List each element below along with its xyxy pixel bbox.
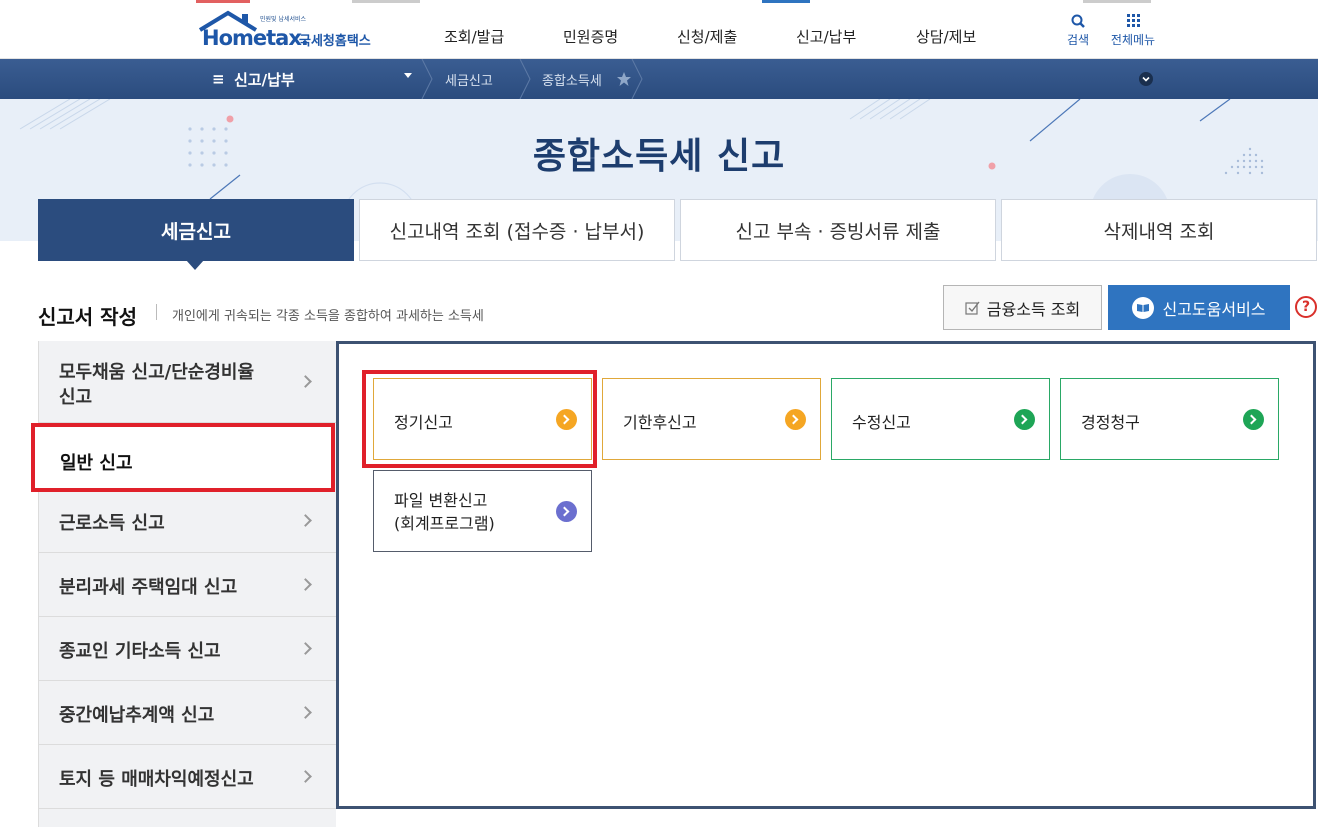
lnb-item-label: 토지 등 매매차익예정신고 <box>59 769 254 790</box>
top-strip <box>762 0 810 3</box>
top-strip <box>352 0 420 3</box>
chevron-down-circle-icon[interactable] <box>1139 72 1153 86</box>
lnb-item-land-sale[interactable]: 토지 등 매매차익예정신고 <box>39 745 337 809</box>
gnb-item-filing[interactable]: 신고/납부 <box>796 26 856 47</box>
lnb-item-religious-other[interactable]: 종교인 기타소득 신고 <box>39 617 337 681</box>
card-label-line1: 파일 변환신고 <box>394 491 488 510</box>
checkbox-edit-icon <box>965 301 980 315</box>
lnb-item-earned-income[interactable]: 근로소득 신고 <box>39 489 337 553</box>
breadcrumb-bar: ≡ 신고/납부 세금신고 종합소득세 <box>0 59 1318 99</box>
search-label: 검색 <box>1066 33 1090 47</box>
chevron-right-icon <box>299 514 312 527</box>
lnb-item-general-filing[interactable]: 일반 신고 <box>31 423 335 492</box>
arrow-right-circle-icon <box>1243 409 1264 430</box>
grid-menu-icon <box>1127 14 1140 27</box>
lnb-item-label: 일반 신고 <box>60 453 133 474</box>
breadcrumb-menu-dropdown[interactable]: ≡ 신고/납부 <box>196 59 424 99</box>
arrow-right-circle-icon <box>785 409 806 430</box>
section-description: 개인에게 귀속되는 각종 소득을 종합하여 과세하는 소득세 <box>172 309 484 324</box>
chevron-right-icon <box>299 578 312 591</box>
breadcrumb-item-income-tax[interactable]: 종합소득세 <box>542 70 602 89</box>
lnb-item-simple-filing[interactable]: 모두채움 신고/단순경비율 신고 <box>39 341 337 423</box>
top-strip <box>1083 0 1151 3</box>
page-title: 종합소득세 신고 <box>532 136 786 177</box>
help-question-icon[interactable]: ? <box>1295 296 1317 318</box>
tab-filing-history[interactable]: 신고내역 조회 (접수증 · 납부서) <box>359 199 675 261</box>
top-strip <box>196 0 250 3</box>
chevron-right-icon <box>299 642 312 655</box>
hometax-logo[interactable]: 민원및 납세서비스 Hometax. 국세청홈택스 <box>196 10 386 54</box>
filing-help-service-button[interactable]: 신고도움서비스 <box>1108 285 1290 330</box>
arrow-right-circle-icon <box>556 501 577 522</box>
caret-down-icon <box>404 73 412 78</box>
top-header: 민원및 납세서비스 Hometax. 국세청홈택스 조회/발급 민원증명 신청/… <box>0 0 1318 59</box>
logo-brand: Hometax. <box>202 26 309 50</box>
lnb-item-housing-rental[interactable]: 분리과세 주택임대 신고 <box>39 553 337 617</box>
breadcrumb-item-tax-filing[interactable]: 세금신고 <box>445 70 493 89</box>
lnb-item-label: 종교인 기타소득 신고 <box>59 641 221 662</box>
left-nav: 모두채움 신고/단순경비율 신고 근로소득 신고 분리과세 주택임대 신고 종교… <box>38 341 337 827</box>
section-title: 신고서 작성 <box>38 305 137 329</box>
card-label: 수정신고 <box>852 413 911 432</box>
chevron-right-icon <box>299 706 312 719</box>
lnb-item-label-line2: 신고 <box>59 387 93 408</box>
tab-attachment-submit[interactable]: 신고 부속 · 증빙서류 제출 <box>680 199 996 261</box>
gnb-item-inquiry[interactable]: 조회/발급 <box>444 26 504 47</box>
chevron-right-icon <box>299 770 312 783</box>
book-icon <box>1132 296 1155 319</box>
tab-deleted-history[interactable]: 삭제내역 조회 <box>1001 199 1317 261</box>
card-label: 경정청구 <box>1081 413 1140 432</box>
breadcrumb-separator-icon <box>519 59 531 99</box>
financial-income-inquiry-label: 금융소득 조회 <box>986 299 1081 319</box>
logo-tagline: 민원및 납세서비스 <box>260 16 307 23</box>
search-button[interactable]: 검색 <box>1066 13 1090 48</box>
gnb-item-certificate[interactable]: 민원증명 <box>563 26 618 47</box>
card-file-conversion-filing[interactable]: 파일 변환신고 (회계프로그램) <box>373 470 592 552</box>
financial-income-inquiry-button[interactable]: 금융소득 조회 <box>943 285 1102 330</box>
chevron-right-icon <box>299 375 312 388</box>
all-menu-label: 전체메뉴 <box>1110 33 1156 47</box>
breadcrumb-menu-label: 신고/납부 <box>234 71 295 89</box>
filing-help-service-label: 신고도움서비스 <box>1162 299 1266 319</box>
breadcrumb-separator-icon <box>631 59 643 99</box>
gnb-item-consult[interactable]: 상담/제보 <box>916 26 976 47</box>
lnb-item-label: 중간예납추계액 신고 <box>59 705 215 726</box>
tab-tax-filing[interactable]: 세금신고 <box>38 199 354 261</box>
hamburger-icon: ≡ <box>212 70 225 88</box>
lnb-item-interim-prepayment[interactable]: 중간예납추계액 신고 <box>39 681 337 745</box>
arrow-right-circle-icon <box>1014 409 1035 430</box>
lnb-item-label: 분리과세 주택임대 신고 <box>59 577 238 598</box>
highlight-box <box>362 370 597 468</box>
card-label: 기한후신고 <box>623 413 697 432</box>
breadcrumb-separator-icon <box>421 59 433 99</box>
gnb-item-apply[interactable]: 신청/제출 <box>677 26 737 47</box>
lnb-item-label: 근로소득 신고 <box>59 513 165 534</box>
card-label: 파일 변환신고 (회계프로그램) <box>394 489 495 535</box>
lnb-item-label-line1: 모두채움 신고/단순경비율 <box>59 362 254 383</box>
card-amended-filing[interactable]: 수정신고 <box>831 378 1050 460</box>
logo-brand-kr: 국세청홈택스 <box>299 34 371 49</box>
search-icon <box>1071 14 1085 28</box>
active-tab-pointer <box>186 260 204 270</box>
card-correction-claim[interactable]: 경정청구 <box>1060 378 1279 460</box>
all-menu-button[interactable]: 전체메뉴 <box>1108 13 1158 48</box>
lnb-item-label: 모두채움 신고/단순경비율 신고 <box>59 360 254 410</box>
card-label-line2: (회계프로그램) <box>394 514 495 533</box>
card-late-filing[interactable]: 기한후신고 <box>602 378 821 460</box>
section-divider <box>156 304 157 320</box>
